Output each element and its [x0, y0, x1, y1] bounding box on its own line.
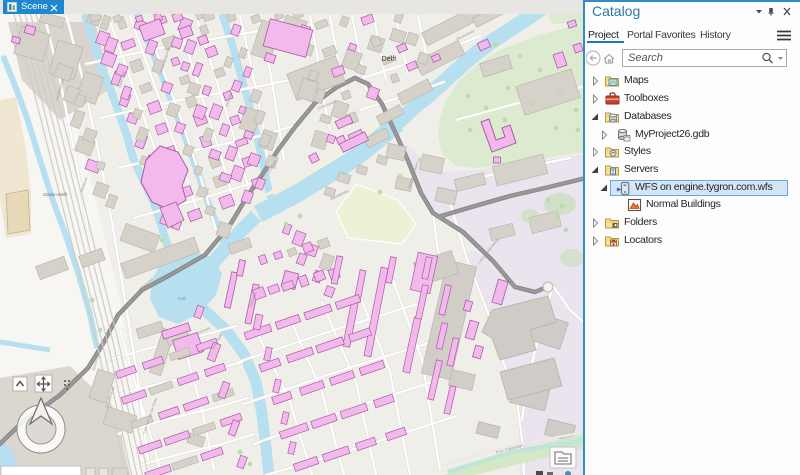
svg-text:Station Delft: Station Delft	[43, 192, 68, 197]
svg-text:Delft: Delft	[382, 56, 396, 63]
svg-text:Kolk: Kolk	[178, 296, 188, 301]
